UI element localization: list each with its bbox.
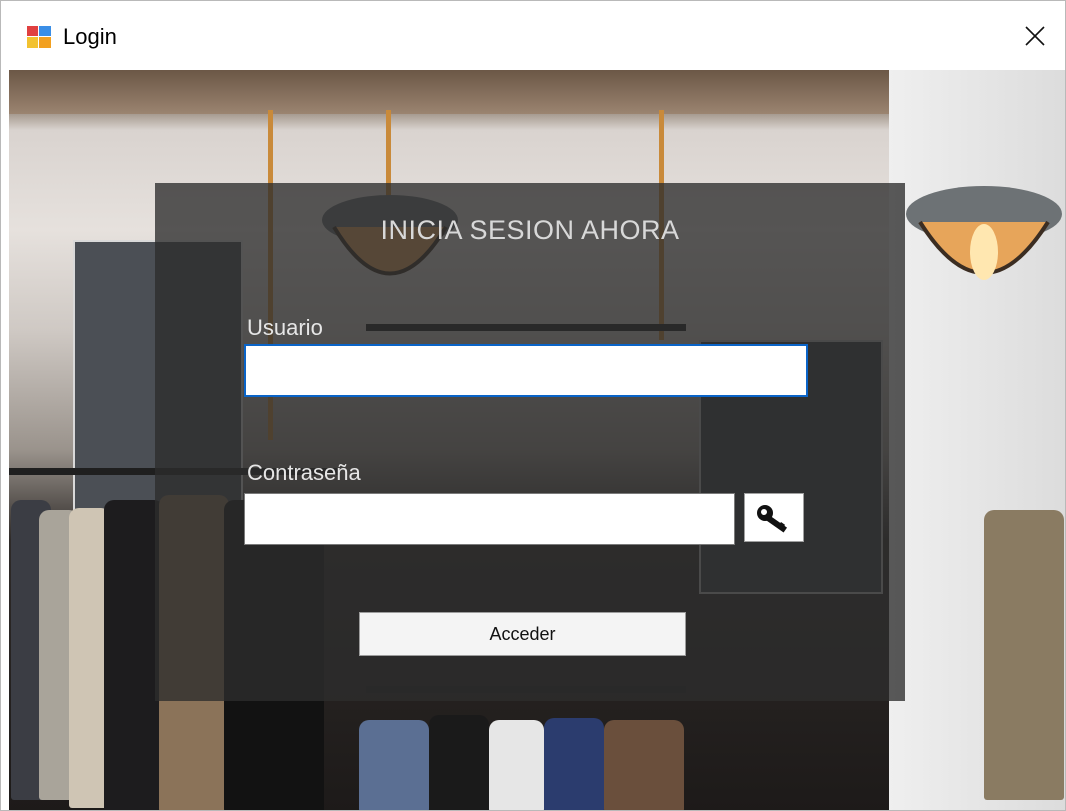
app-icon <box>27 26 51 48</box>
username-input[interactable] <box>244 344 808 397</box>
close-button[interactable] <box>1005 1 1065 70</box>
hanging-clothes <box>489 720 544 810</box>
pendant-lamp <box>906 174 1062 304</box>
store-background-image: INICIA SESION AHORA Usuario Contraseña A… <box>9 70 1065 810</box>
close-icon <box>1025 25 1045 46</box>
hanging-clothes <box>984 510 1064 800</box>
window-title: Login <box>63 24 117 49</box>
login-panel: INICIA SESION AHORA Usuario Contraseña A… <box>155 183 905 701</box>
key-icon <box>757 504 788 533</box>
title-bar: Login <box>1 1 1065 70</box>
password-input[interactable] <box>244 493 735 545</box>
hanging-clothes <box>359 720 429 810</box>
username-label: Usuario <box>247 315 323 340</box>
hanging-clothes <box>429 715 489 810</box>
login-heading: INICIA SESION AHORA <box>380 215 680 245</box>
login-window: Login INICIA SESION AHORA Usuario Contra… <box>0 0 1066 811</box>
password-label: Contraseña <box>247 460 361 485</box>
hanging-clothes <box>544 718 604 810</box>
show-password-button[interactable] <box>744 493 804 542</box>
hanging-clothes <box>604 720 684 810</box>
login-button[interactable]: Acceder <box>359 612 686 656</box>
